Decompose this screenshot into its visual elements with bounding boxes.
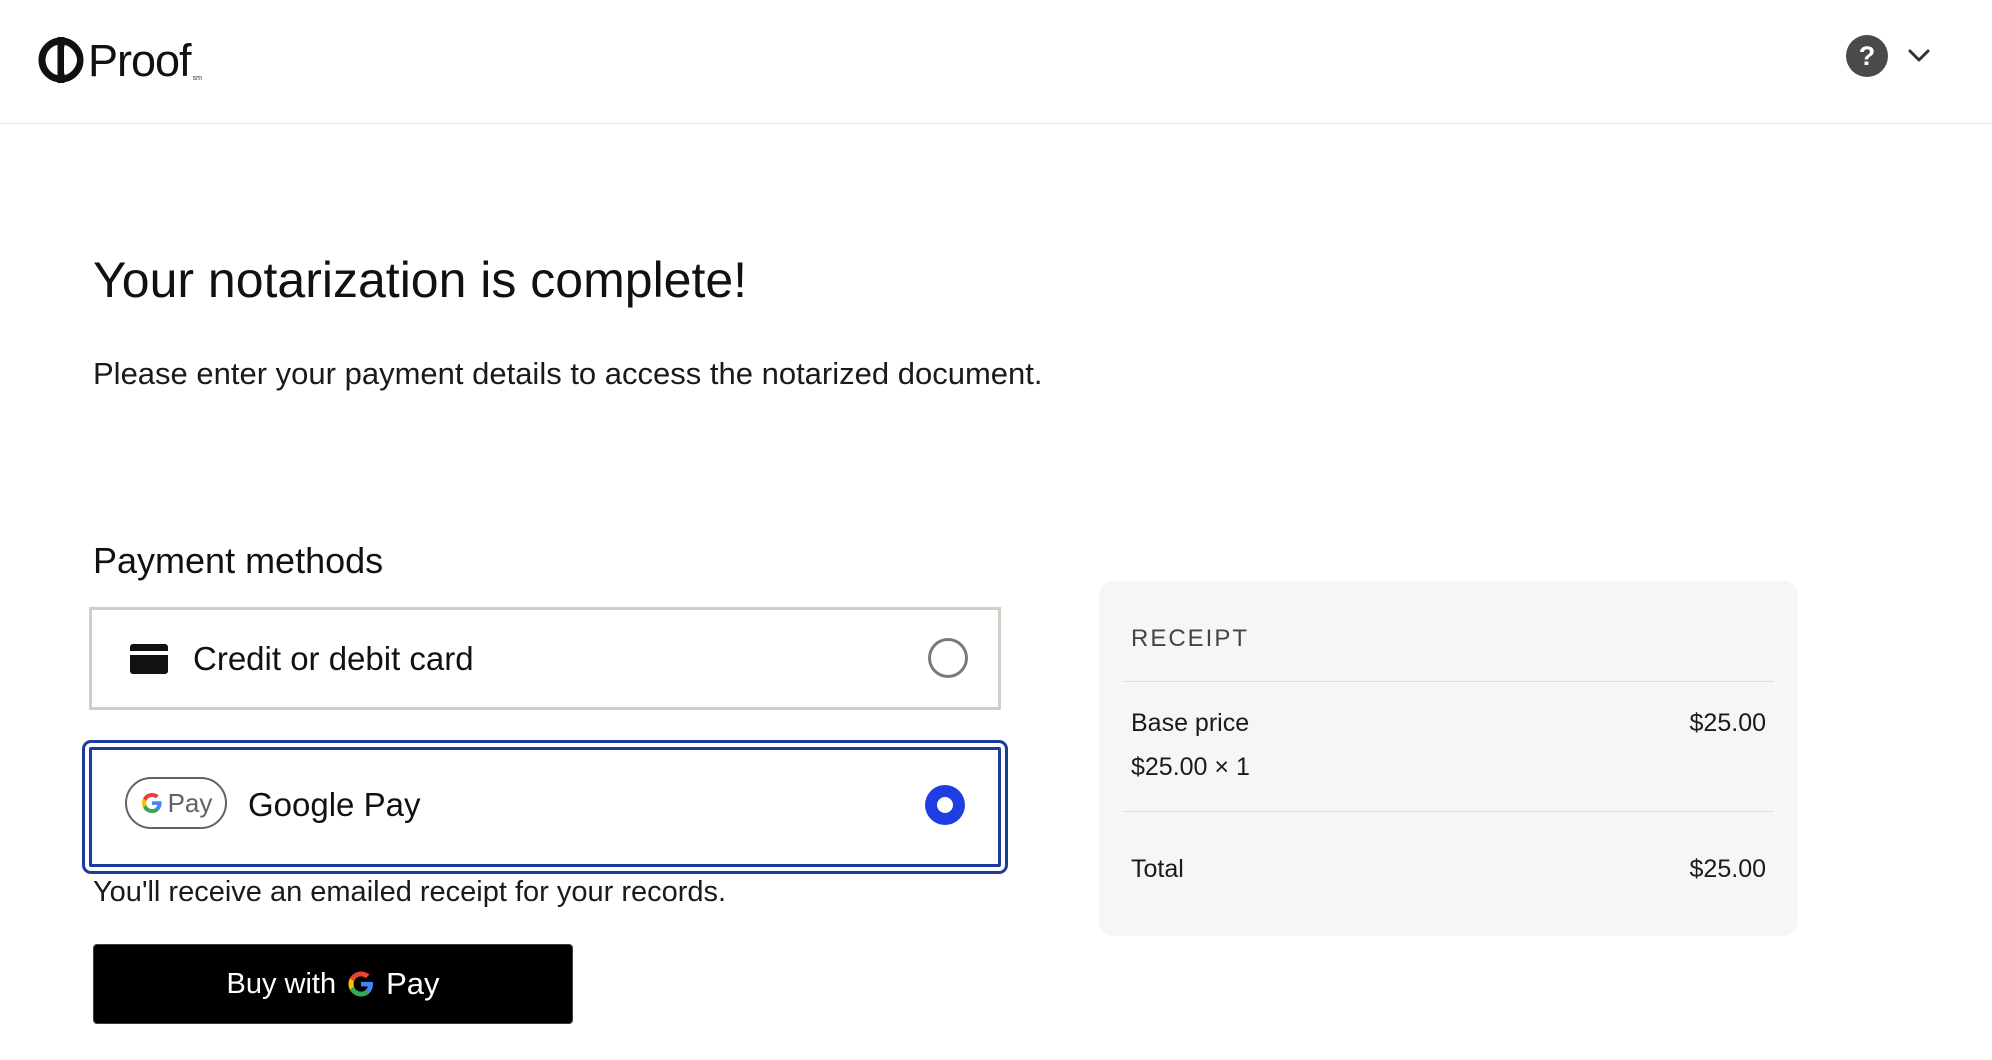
receipt-title: RECEIPT	[1131, 625, 1250, 652]
buy-with-google-pay-button[interactable]: Buy with Pay	[93, 944, 573, 1024]
google-pay-pill-text: Pay	[167, 787, 213, 818]
chevron-down-icon[interactable]	[1906, 45, 1932, 65]
page-title: Your notarization is complete!	[93, 252, 748, 308]
brand-service-mark: sm	[192, 75, 202, 82]
google-pay-icon: Pay	[125, 777, 227, 829]
payment-method-card-label: Credit or debit card	[193, 640, 474, 677]
receipt-panel: RECEIPT Base price $25.00 $25.00 × 1 Tot…	[1099, 581, 1798, 936]
payment-methods-heading: Payment methods	[93, 540, 384, 581]
google-g-icon	[141, 793, 162, 813]
base-price-detail: $25.00 × 1	[1131, 753, 1250, 781]
payment-method-google-pay[interactable]: Pay Google Pay	[82, 740, 1008, 874]
payment-method-card[interactable]: Credit or debit card	[89, 607, 1001, 710]
proof-logo-icon	[38, 37, 84, 83]
proof-logo[interactable]: Proof sm	[38, 34, 202, 86]
payment-method-google-pay-label: Google Pay	[248, 786, 421, 823]
email-receipt-note: You'll receive an emailed receipt for yo…	[93, 876, 727, 908]
page-subtitle: Please enter your payment details to acc…	[93, 356, 1043, 391]
brand-name: Proof	[88, 34, 192, 86]
receipt-divider	[1123, 811, 1774, 812]
help-icon[interactable]: ?	[1846, 35, 1888, 77]
google-pay-radio[interactable]	[925, 785, 965, 825]
buy-button-label: Buy with	[226, 967, 337, 1000]
total-label: Total	[1131, 855, 1184, 883]
buy-button-pay-text: Pay	[386, 966, 440, 1001]
base-price-value: $25.00	[1689, 709, 1766, 737]
credit-card-icon	[130, 644, 168, 674]
receipt-divider	[1123, 681, 1774, 682]
card-radio[interactable]	[928, 638, 968, 678]
google-g-icon	[348, 971, 374, 997]
help-label: ?	[1858, 40, 1876, 71]
top-bar: Proof sm ?	[0, 0, 1992, 124]
base-price-label: Base price	[1131, 709, 1250, 737]
total-value: $25.00	[1689, 855, 1766, 883]
